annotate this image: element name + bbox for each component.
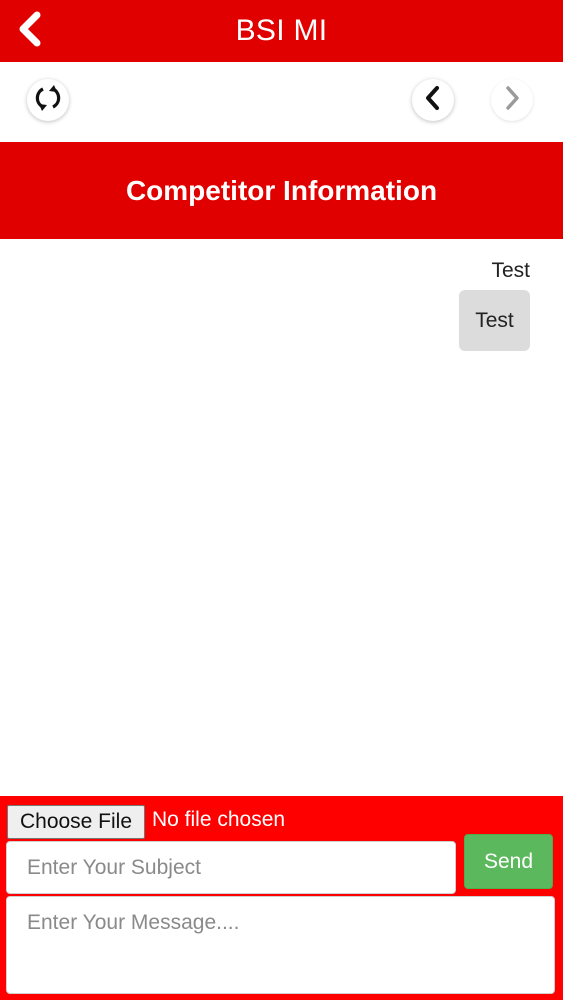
app-bar: BSI MI — [0, 0, 563, 62]
message-subject: Test — [491, 259, 530, 282]
chevron-right-icon — [501, 85, 523, 116]
chevron-left-icon — [17, 11, 43, 52]
send-button[interactable]: Send — [464, 834, 553, 889]
toolbar — [0, 62, 563, 143]
refresh-icon — [34, 84, 62, 117]
chevron-left-icon — [422, 85, 444, 116]
message-input[interactable] — [6, 896, 555, 994]
previous-button[interactable] — [412, 79, 454, 121]
choose-file-button[interactable]: Choose File — [7, 805, 145, 839]
message-thread: Test Test — [0, 239, 563, 796]
file-status: No file chosen — [152, 808, 286, 831]
app-title: BSI MI — [235, 14, 328, 47]
subject-input[interactable] — [6, 841, 456, 894]
refresh-button[interactable] — [27, 79, 69, 121]
compose-panel: Choose File No file chosen Send — [0, 796, 563, 1000]
section-title: Competitor Information — [0, 142, 563, 239]
message-bubble[interactable]: Test — [459, 290, 530, 351]
back-button[interactable] — [10, 10, 50, 52]
next-button[interactable] — [491, 79, 533, 121]
